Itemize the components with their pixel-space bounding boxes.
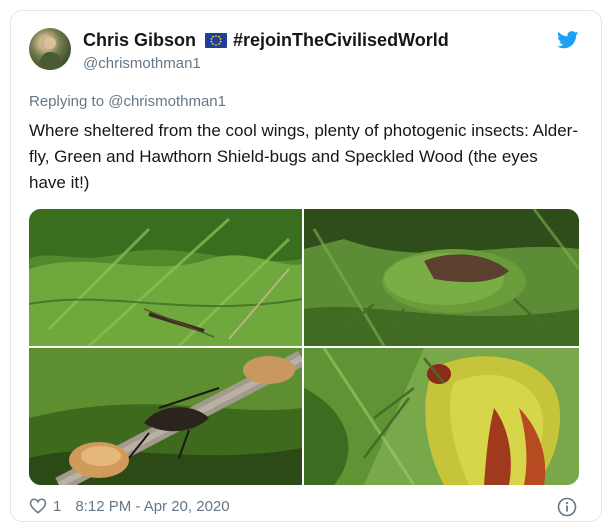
replying-mention[interactable]: @chrismothman1 (108, 93, 226, 110)
photo-speckled-wood[interactable] (304, 348, 579, 485)
replying-to: Replying to @chrismothman1 (29, 93, 226, 110)
display-name-row[interactable]: Chris Gibson #rejoinTheCivilisedWorld (83, 30, 449, 51)
photo-green-shield-bug[interactable] (304, 209, 579, 346)
tweet-footer: 1 8:12 PM - Apr 20, 2020 (29, 497, 230, 515)
eu-flag-icon (205, 33, 228, 48)
timestamp[interactable]: 8:12 PM - Apr 20, 2020 (75, 498, 229, 515)
photo-hawthorn-shield-bug[interactable] (29, 348, 302, 485)
hashtag[interactable]: #rejoinTheCivilisedWorld (233, 30, 449, 51)
display-name[interactable]: Chris Gibson (83, 30, 196, 51)
media-grid (29, 209, 579, 485)
user-handle[interactable]: @chrismothman1 (83, 55, 201, 72)
twitter-bird-icon[interactable] (557, 31, 579, 54)
tweet-card[interactable]: Chris Gibson #rejoinTheCivilisedWorld @c… (10, 10, 602, 522)
avatar[interactable] (29, 28, 71, 70)
replying-prefix: Replying to (29, 93, 105, 110)
like-count[interactable]: 1 (53, 498, 61, 515)
heart-icon[interactable] (29, 497, 47, 515)
tweet-text: Where sheltered from the cool wings, ple… (29, 121, 579, 192)
photo-alder-fly[interactable] (29, 209, 302, 346)
info-icon[interactable] (557, 497, 577, 517)
